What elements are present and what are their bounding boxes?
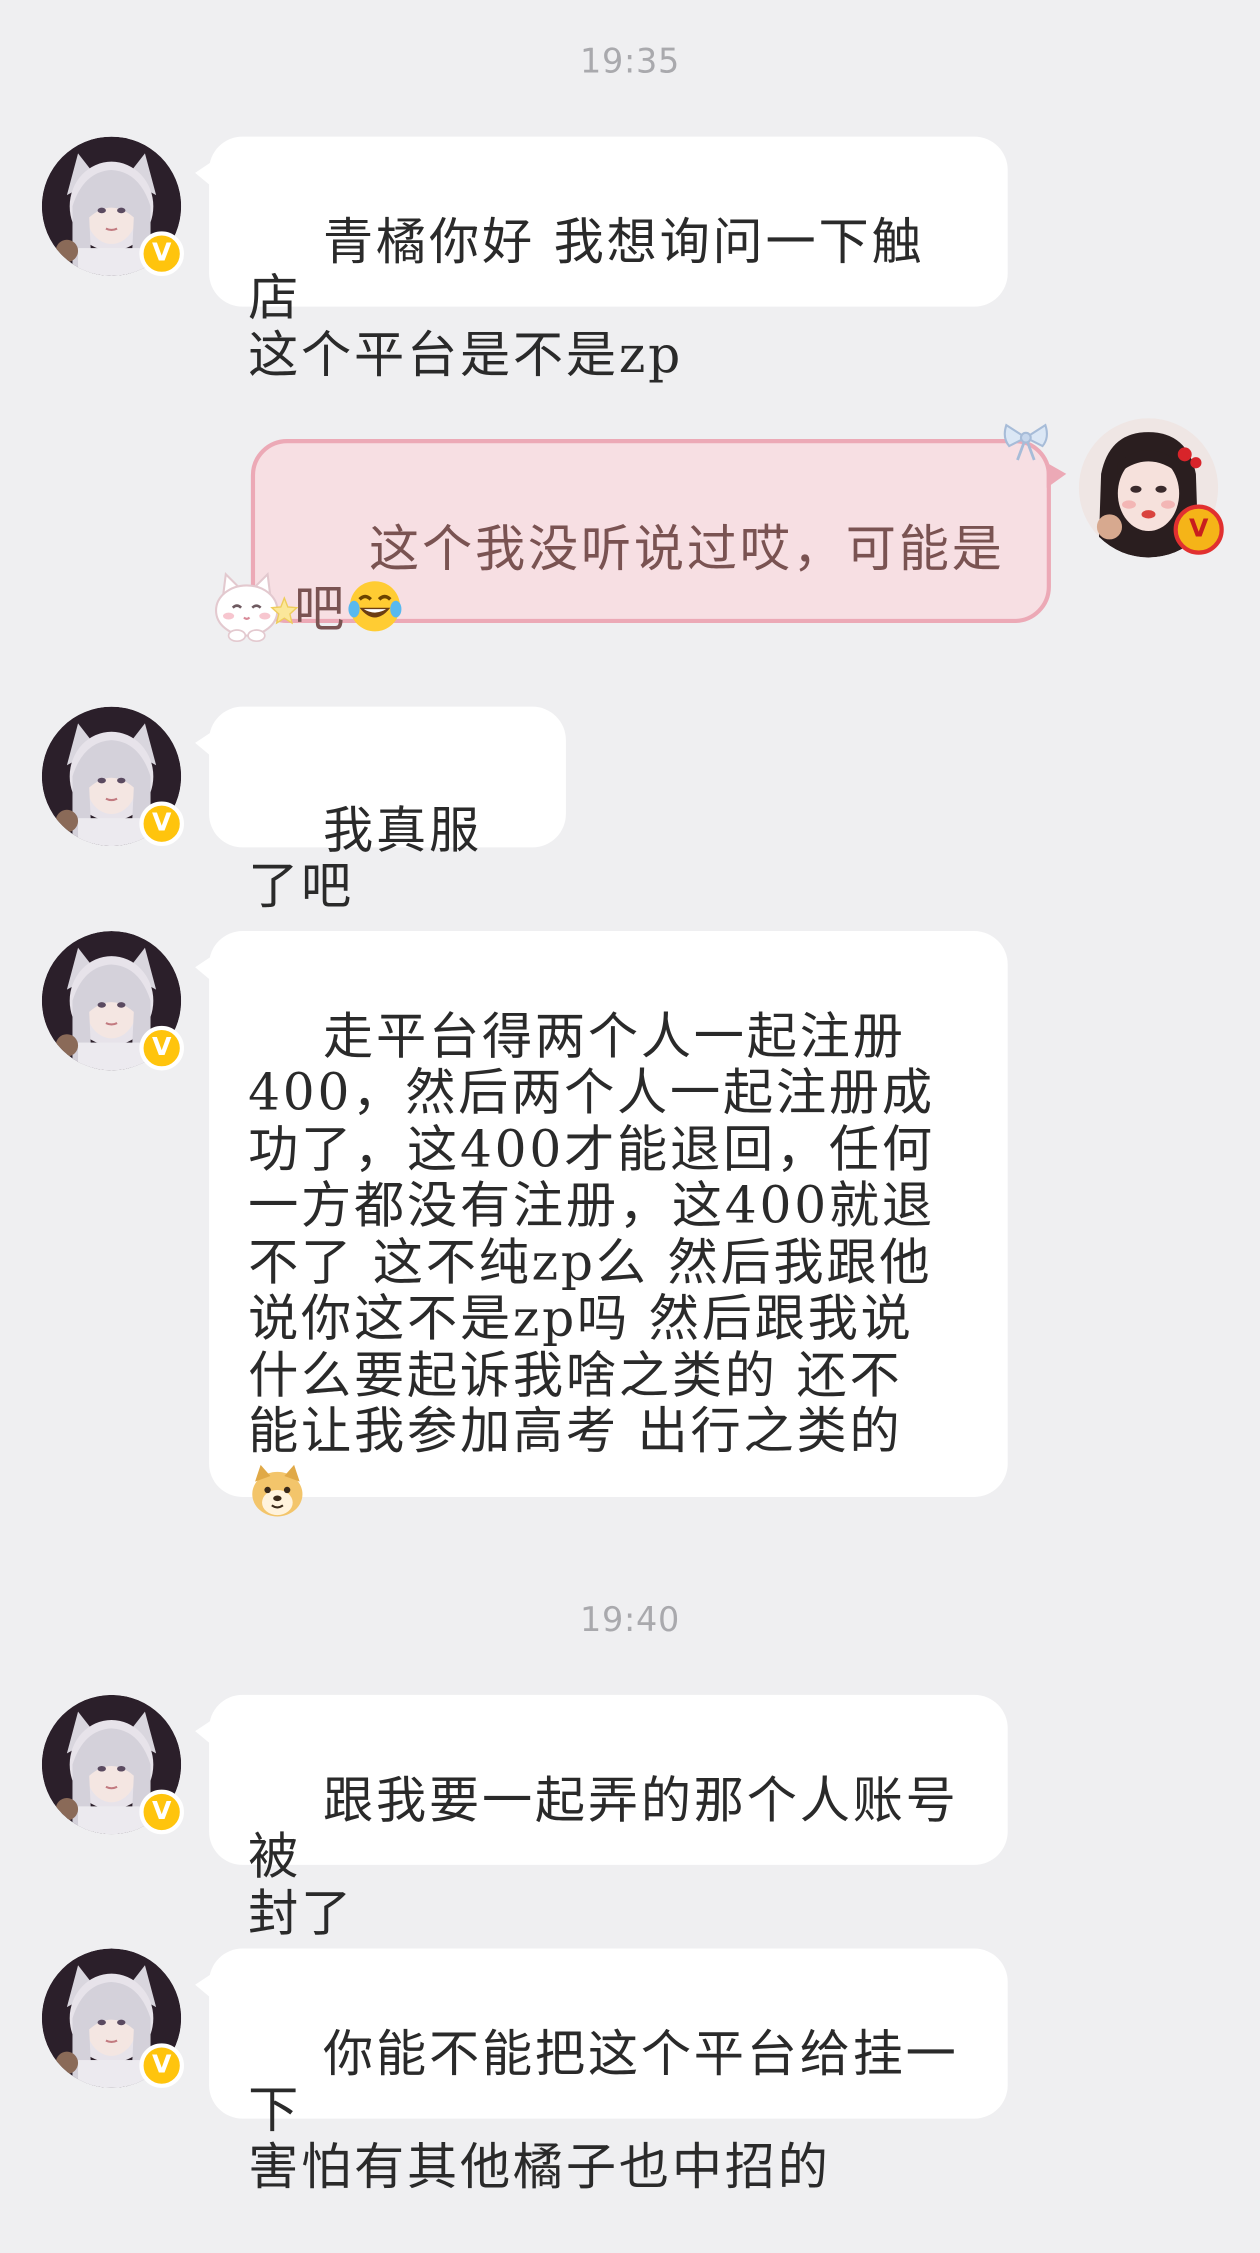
timestamp: 19:35 [580,41,680,81]
message-bubble[interactable]: 我真服了吧 [195,706,566,915]
doge-emoji-icon [248,1461,307,1533]
message-text: 你能不能把这个平台给挂一下 害怕有其他橘子也中招的 [248,2025,959,2196]
contact-avatar[interactable]: V [41,1694,184,1835]
tears-of-joy-emoji-icon [347,578,403,647]
contact-avatar[interactable]: V [41,1948,184,2088]
message-bubble[interactable]: 你能不能把这个平台给挂一下 害怕有其他橘子也中招的 [195,1948,1008,2196]
my-avatar[interactable]: V [1078,418,1224,558]
contact-avatar[interactable]: V [41,706,184,847]
my-message-bubble[interactable]: 这个我没听说过哎，可能是 吧 [250,439,1067,638]
message-bubble[interactable]: 青橘你好 我想询问一下触店 这个平台是不是zp [195,136,1008,384]
message-text: 走平台得两个人一起注册 400，然后两个人一起注册成 功了，这400才能退回，任… [248,1008,935,1461]
timestamp: 19:40 [580,1600,680,1640]
message-bubble[interactable]: 走平台得两个人一起注册 400，然后两个人一起注册成 功了，这400才能退回，任… [195,931,1008,1516]
message-text: 我真服了吧 [248,802,482,916]
star-icon [270,596,299,625]
verified-badge: V [1173,504,1224,555]
contact-avatar[interactable]: V [41,136,184,276]
verified-badge: V [139,1789,184,1835]
message-text: 青橘你好 我想询问一下触店 这个平台是不是zp [248,213,925,384]
chat-screen: 19:35 V 青橘你好 我想询问一下触店 这个平台是不是zp 这个我没听说过哎… [0,0,1260,2196]
verified-badge: V [139,1025,184,1071]
contact-avatar[interactable]: V [41,931,184,1071]
message-text: 跟我要一起弄的那个人账号被 封了 [248,1772,959,1943]
message-bubble[interactable]: 跟我要一起弄的那个人账号被 封了 [195,1694,1008,1942]
verified-badge: V [139,2043,184,2088]
bow-icon [1003,423,1048,461]
verified-badge: V [139,801,184,847]
verified-badge: V [139,231,184,276]
